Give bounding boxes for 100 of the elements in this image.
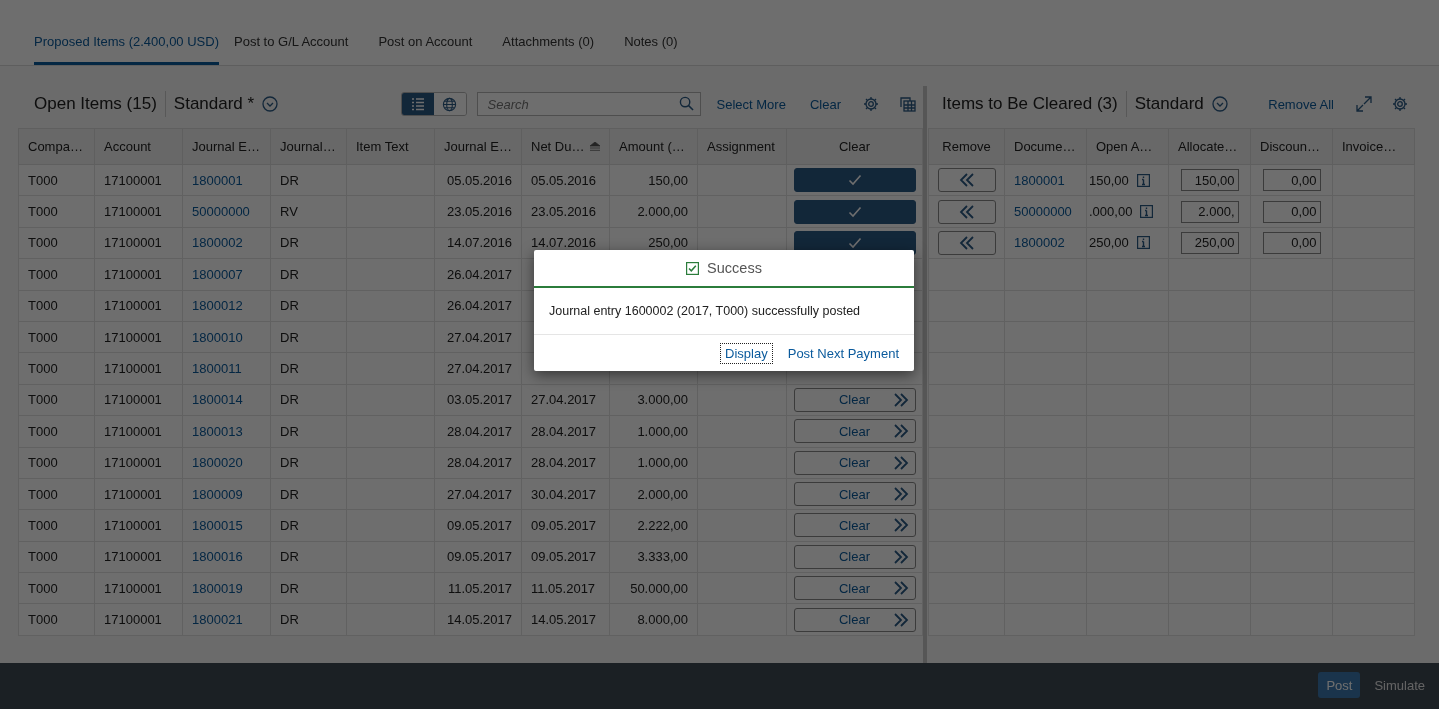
tab[interactable]: Attachments (0): [502, 21, 610, 65]
checkmark-icon: [847, 236, 862, 249]
table-cell: T000: [28, 612, 58, 628]
table-cell: 27.04.2017: [446, 329, 512, 345]
table-cell: DR: [280, 423, 299, 439]
column-header[interactable]: Docume…: [1004, 128, 1087, 165]
dialog-button[interactable]: Display: [720, 342, 773, 364]
simulate-button[interactable]: Simulate: [1366, 672, 1433, 698]
column-header[interactable]: Net Du…: [521, 128, 610, 165]
table-cell: DR: [280, 455, 299, 471]
column-header[interactable]: Allocate…: [1168, 128, 1251, 165]
sort-icon: [589, 142, 602, 151]
table-cell: DR: [280, 329, 299, 345]
table-cell: T000: [28, 580, 58, 596]
table-cell: DR: [280, 361, 299, 377]
table-cell: 28.04.2017: [531, 455, 597, 471]
table-cell: 3.000,00: [637, 392, 688, 408]
discount-field[interactable]: 0,00: [1262, 169, 1321, 192]
allocated-amount-field[interactable]: 250,00: [1180, 231, 1239, 254]
double-chevron-right-icon: [892, 487, 909, 502]
spreadsheet-icon[interactable]: [899, 96, 916, 112]
table-cell: 150,00: [1089, 172, 1129, 188]
list-view-button[interactable]: [401, 93, 434, 115]
table-cell: 14.05.2017: [446, 612, 512, 628]
double-chevron-right-icon: [892, 392, 909, 407]
clear-button[interactable]: Clear: [793, 576, 916, 601]
toolbar-link[interactable]: Clear: [801, 96, 849, 112]
column-header[interactable]: Clear: [786, 128, 923, 165]
discount-field[interactable]: 0,00: [1262, 231, 1321, 254]
remove-button[interactable]: [937, 230, 996, 255]
post-button[interactable]: Post: [1318, 672, 1361, 698]
double-chevron-left-icon: [958, 235, 975, 250]
double-chevron-right-icon: [892, 549, 909, 564]
table-cell: 17100001: [104, 518, 162, 533]
tab[interactable]: Notes (0): [624, 21, 693, 65]
allocated-amount-field[interactable]: 150,00: [1180, 169, 1239, 192]
clear-button[interactable]: Clear: [793, 482, 916, 507]
column-header[interactable]: Discoun…: [1250, 128, 1333, 165]
double-chevron-left-icon: [958, 173, 975, 188]
dialog-title: Success: [707, 260, 762, 276]
tab[interactable]: Post on Account: [378, 21, 488, 65]
tab[interactable]: Post to G/L Account: [234, 21, 364, 65]
column-header[interactable]: Journal E…: [182, 128, 271, 165]
cleared-toggle[interactable]: [793, 168, 916, 193]
table-cell: 14.07.2016: [446, 235, 512, 251]
variant-selector[interactable]: Standard *: [173, 94, 279, 114]
column-header[interactable]: Compa…: [18, 128, 95, 165]
column-header[interactable]: Item Text: [346, 128, 435, 165]
table-cell: DR: [280, 235, 299, 251]
table-cell: 250,00: [1089, 235, 1129, 251]
variant-selector[interactable]: Standard: [1134, 94, 1228, 114]
allocated-amount-field[interactable]: 2.000,: [1180, 200, 1239, 223]
table-cell: 17100001: [104, 455, 162, 471]
table-cell: 28.04.2017: [531, 423, 597, 439]
column-header[interactable]: Remove: [928, 128, 1005, 165]
remove-button[interactable]: [937, 199, 996, 224]
table-cell: 17100001: [104, 612, 162, 628]
info-icon[interactable]: [1140, 205, 1154, 219]
info-icon[interactable]: [1136, 173, 1150, 187]
table-cell: DR: [280, 580, 299, 596]
expand-icon[interactable]: [1356, 96, 1372, 112]
table-cell: 17100001: [104, 423, 162, 439]
search-field[interactable]: Search: [476, 92, 701, 116]
table-cell: T000: [28, 518, 58, 533]
clear-button[interactable]: Clear: [793, 387, 916, 412]
table-cell: DR: [280, 612, 299, 628]
table-cell: 17100001: [104, 329, 162, 345]
dialog-button[interactable]: Post Next Payment: [782, 342, 904, 364]
column-header[interactable]: Assignment: [697, 128, 787, 165]
table-cell: 27.04.2017: [446, 486, 512, 502]
cleared-toggle[interactable]: [793, 199, 916, 224]
clear-button[interactable]: Clear: [793, 450, 916, 475]
chevron-down-icon: [1211, 96, 1228, 112]
column-header[interactable]: Account: [94, 128, 183, 165]
table-cell: T000: [28, 361, 58, 377]
clear-button[interactable]: Clear: [793, 513, 916, 538]
column-header[interactable]: Amount (…: [609, 128, 698, 165]
column-header[interactable]: Journal E…: [434, 128, 522, 165]
settings-icon[interactable]: [863, 96, 879, 112]
column-header[interactable]: Journal…: [270, 128, 347, 165]
table-cell: 23.05.2016: [531, 204, 597, 220]
table-cell: DR: [280, 298, 299, 314]
table-cell: T000: [28, 455, 58, 471]
remove-all-link[interactable]: Remove All: [1260, 96, 1342, 112]
discount-field[interactable]: 0,00: [1262, 200, 1321, 223]
toolbar-link[interactable]: Select More: [708, 96, 794, 112]
clear-button[interactable]: Clear: [793, 544, 916, 569]
clear-button[interactable]: Clear: [793, 419, 916, 444]
table-cell: 28.04.2017: [446, 455, 512, 471]
table-cell: 17100001: [104, 172, 162, 188]
remove-button[interactable]: [937, 168, 996, 193]
column-header[interactable]: Invoice…: [1332, 128, 1415, 165]
settings-icon[interactable]: [1392, 96, 1408, 112]
info-icon[interactable]: [1136, 236, 1150, 250]
column-header[interactable]: Open A…: [1086, 128, 1169, 165]
tab[interactable]: Proposed Items (2.400,00 USD): [34, 21, 219, 65]
table-cell: 17100001: [104, 361, 162, 377]
table-cell: RV: [280, 204, 298, 220]
table-cell: DR: [280, 486, 299, 502]
clear-button[interactable]: Clear: [793, 607, 916, 632]
